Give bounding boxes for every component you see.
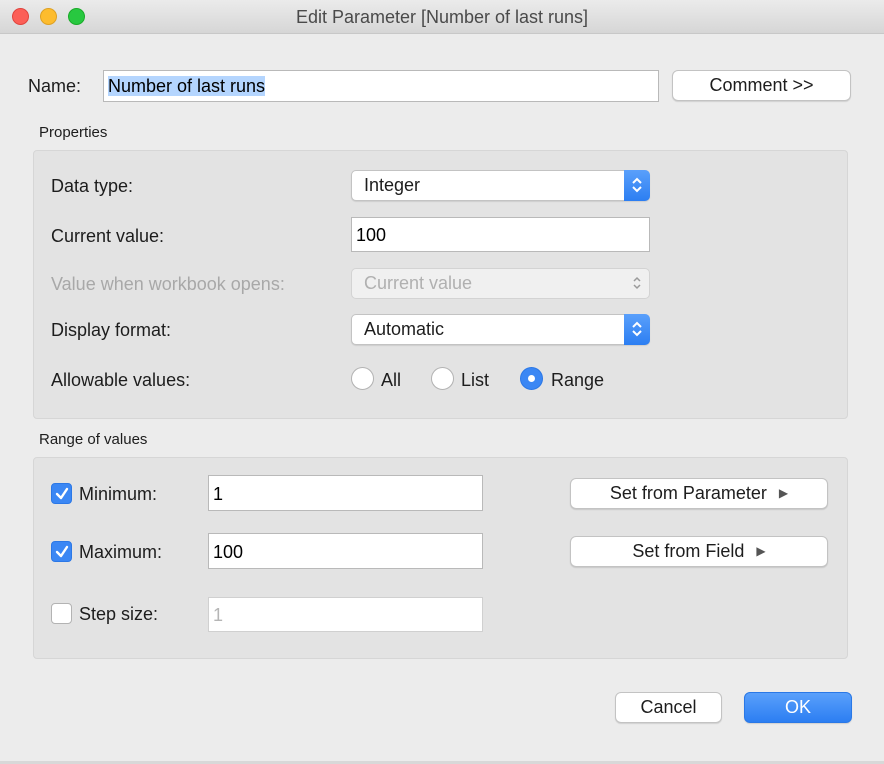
data-type-value: Integer	[364, 175, 421, 195]
display-format-label: Display format:	[51, 320, 172, 340]
set-from-field-label: Set from Field	[632, 541, 745, 561]
play-arrow-icon: ▶	[778, 486, 789, 500]
name-label: Name:	[28, 76, 82, 96]
set-from-parameter-button[interactable]: Set from Parameter ▶	[570, 478, 828, 509]
range-section-label: Range of values	[39, 431, 148, 448]
maximum-input[interactable]: 100	[208, 533, 483, 569]
cancel-button[interactable]: Cancel	[615, 692, 722, 723]
current-value-label: Current value:	[51, 226, 165, 246]
comment-button[interactable]: Comment >>	[672, 70, 851, 101]
set-from-parameter-label: Set from Parameter	[609, 483, 767, 503]
play-arrow-icon: ▶	[756, 544, 766, 558]
step-size-checkbox[interactable]	[51, 603, 72, 624]
data-type-select[interactable]: Integer	[351, 170, 650, 201]
chevron-updown-icon	[624, 314, 650, 345]
workbook-opens-select: Current value	[351, 268, 650, 299]
window-title: Edit Parameter [Number of last runs]	[295, 7, 589, 27]
current-value-input[interactable]: 100	[351, 217, 650, 252]
name-value: Number of last runs	[108, 76, 266, 96]
radio-all-label[interactable]: All	[381, 370, 401, 391]
ok-button[interactable]: OK	[744, 692, 852, 723]
maximum-label: Maximum:	[79, 542, 163, 562]
workbook-opens-label: Value when workbook opens:	[51, 274, 285, 294]
checkmark-icon	[55, 487, 69, 500]
step-size-label: Step size:	[79, 604, 159, 624]
minimum-label: Minimum:	[79, 484, 158, 504]
properties-section-label: Properties	[39, 124, 108, 141]
radio-range-label[interactable]: Range	[551, 370, 604, 391]
allowable-values-label: Allowable values:	[51, 370, 191, 390]
name-input[interactable]: Number of last runs	[103, 70, 659, 102]
maximum-checkbox[interactable]	[51, 541, 72, 562]
display-format-value: Automatic	[364, 319, 445, 339]
data-type-label: Data type:	[51, 176, 134, 196]
dialog-window: Edit Parameter [Number of last runs] Nam…	[0, 0, 884, 764]
title-bar: Edit Parameter [Number of last runs]	[0, 0, 884, 34]
minimum-input[interactable]: 1	[208, 475, 483, 511]
chevron-updown-icon	[624, 170, 650, 201]
set-from-field-button[interactable]: Set from Field ▶	[570, 536, 828, 567]
chevron-updown-icon	[624, 268, 650, 299]
minimum-checkbox[interactable]	[51, 483, 72, 504]
radio-list-label[interactable]: List	[461, 370, 489, 391]
radio-list[interactable]	[431, 367, 454, 390]
display-format-select[interactable]: Automatic	[351, 314, 650, 345]
radio-all[interactable]	[351, 367, 374, 390]
radio-range[interactable]	[520, 367, 543, 390]
checkmark-icon	[55, 545, 69, 558]
step-size-input: 1	[208, 597, 483, 632]
workbook-opens-value: Current value	[364, 273, 473, 293]
